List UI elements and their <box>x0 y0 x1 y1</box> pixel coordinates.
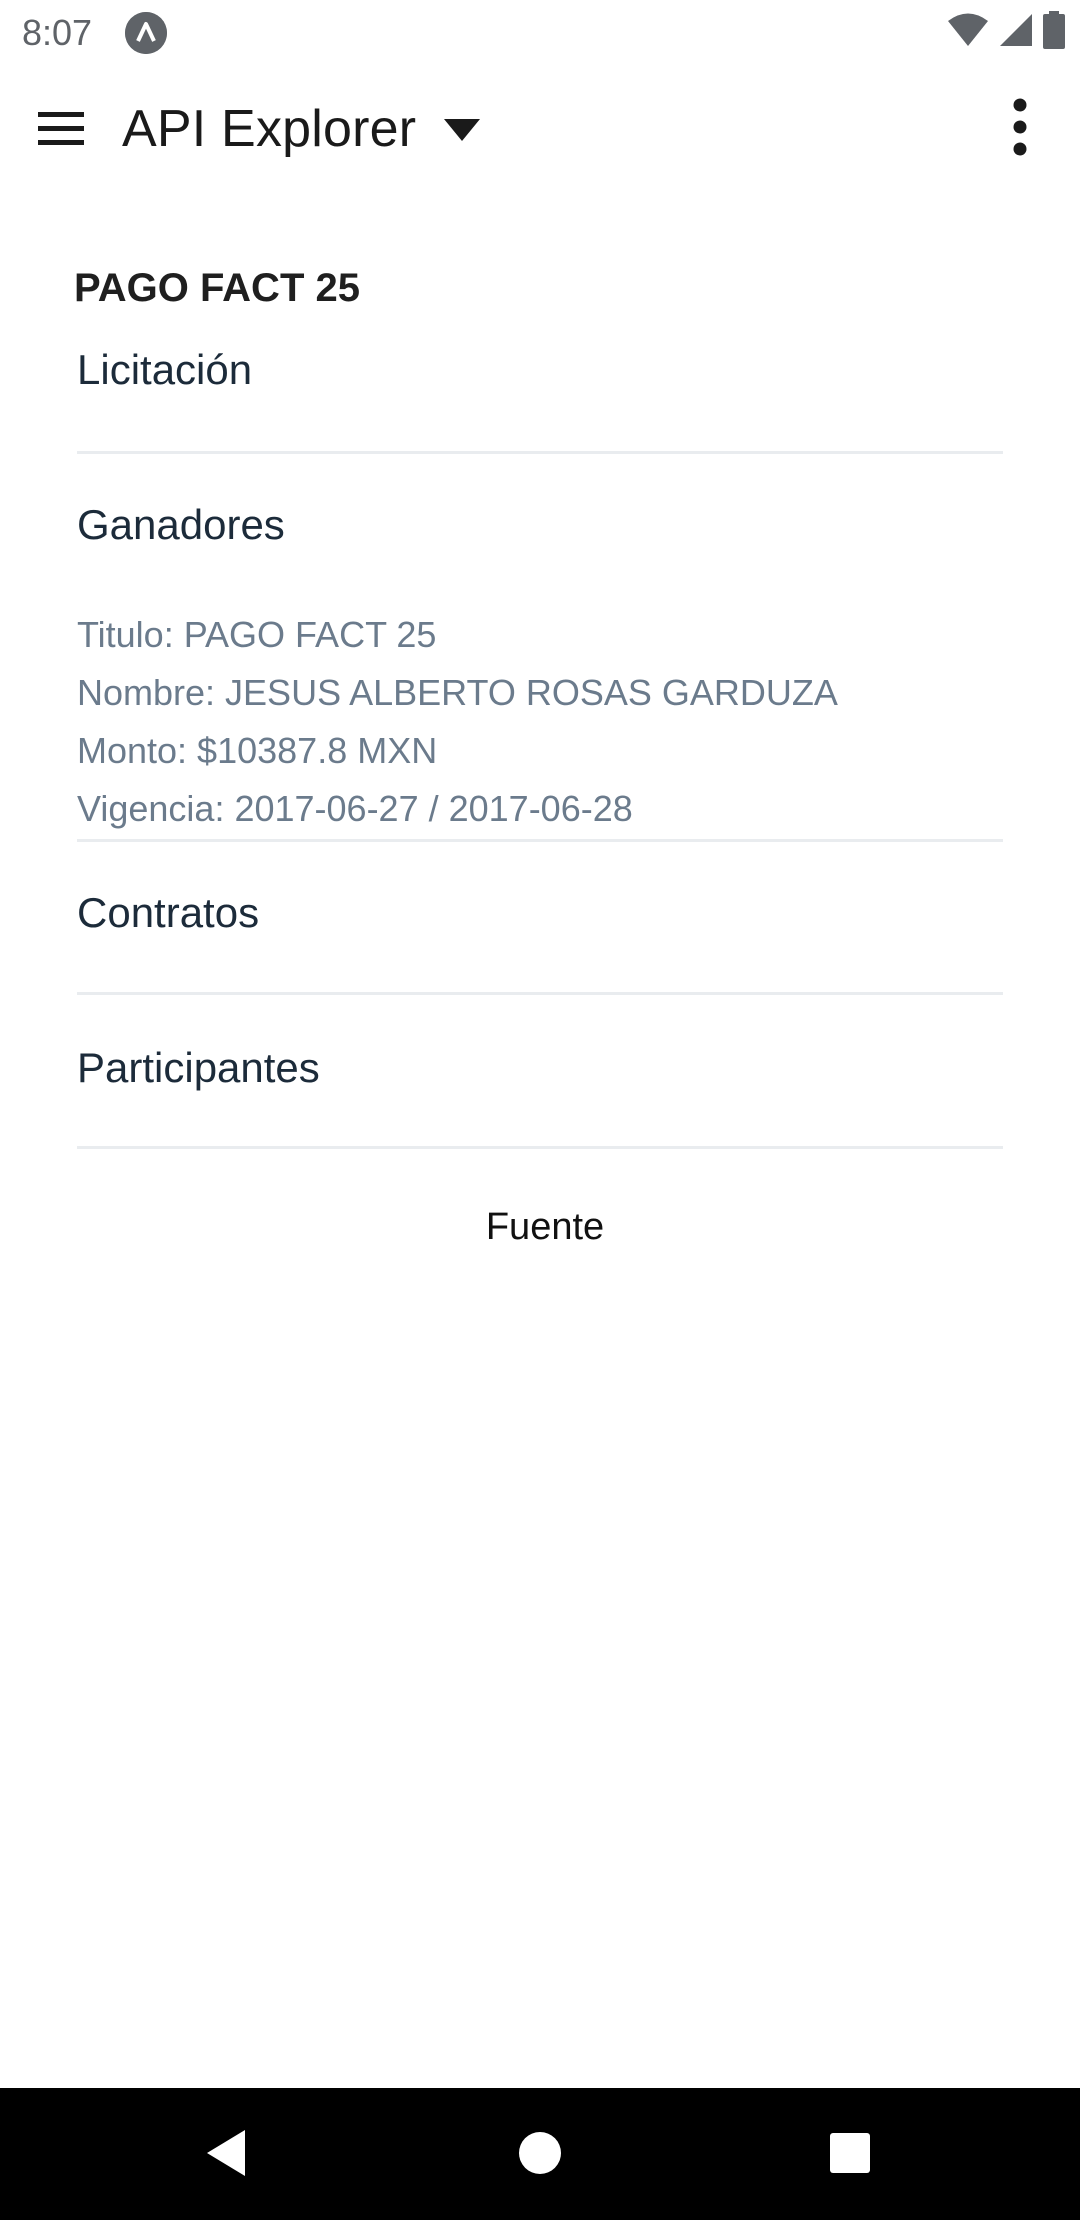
section-label-participantes: Participantes <box>77 1044 320 1091</box>
cell-signal-icon <box>998 12 1034 53</box>
navigation-bar <box>0 2088 1080 2220</box>
recents-square-icon <box>829 2132 871 2179</box>
back-triangle-icon <box>205 2128 249 2183</box>
app-bar: API Explorer <box>0 66 1080 192</box>
status-icons <box>946 10 1066 54</box>
status-bar: 8:07 <box>0 0 1080 66</box>
section-label-contratos: Contratos <box>77 889 260 936</box>
section-participantes[interactable]: Participantes <box>77 992 1003 1149</box>
section-licitacion[interactable]: Licitación <box>77 334 1003 454</box>
section-ganadores[interactable]: Ganadores Titulo: PAGO FACT 25 Nombre: J… <box>77 451 1003 842</box>
section-contratos[interactable]: Contratos <box>77 839 1003 995</box>
menu-button[interactable] <box>26 102 96 158</box>
source-link[interactable]: Fuente <box>0 1206 1080 1249</box>
home-button[interactable] <box>495 2110 585 2200</box>
record-title: PAGO FACT 25 <box>74 266 360 310</box>
more-vertical-icon <box>1013 98 1027 161</box>
screen: 8:07 API Explorer PAGO FACT 25 Licitació… <box>0 0 1080 2220</box>
app-title: API Explorer <box>122 100 417 158</box>
ganador-monto: Monto: $10387.8 MXN <box>77 730 438 771</box>
wifi-icon <box>946 12 990 53</box>
back-button[interactable] <box>182 2110 272 2200</box>
api-selector-dropdown[interactable]: API Explorer <box>122 94 482 164</box>
home-circle-icon <box>518 2131 562 2180</box>
status-time: 8:07 <box>22 12 93 53</box>
triangle-down-icon <box>442 115 482 143</box>
app-notification-icon <box>125 12 167 54</box>
section-label-licitacion: Licitación <box>77 346 253 393</box>
overflow-menu-button[interactable] <box>990 94 1050 164</box>
battery-icon <box>1042 10 1066 54</box>
hamburger-menu-icon <box>38 110 84 151</box>
ganador-nombre: Nombre: JESUS ALBERTO ROSAS GARDUZA <box>77 672 838 713</box>
section-label-ganadores: Ganadores <box>77 501 285 548</box>
ganador-titulo: Titulo: PAGO FACT 25 <box>77 614 437 655</box>
ganador-vigencia: Vigencia: 2017-06-27 / 2017-06-28 <box>77 788 633 829</box>
recents-button[interactable] <box>805 2110 895 2200</box>
